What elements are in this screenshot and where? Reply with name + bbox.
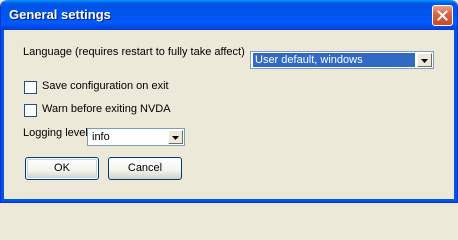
logging-level-select[interactable]: info: [87, 128, 185, 146]
window-border-right: [454, 30, 457, 202]
warn-exit-checkbox[interactable]: [24, 104, 37, 117]
close-icon: [437, 10, 448, 21]
window-title: General settings: [9, 7, 111, 22]
title-bar[interactable]: General settings: [1, 0, 457, 30]
logging-dropdown-button[interactable]: [168, 130, 183, 144]
cancel-button[interactable]: Cancel: [108, 157, 182, 180]
language-select[interactable]: User default, windows: [250, 51, 434, 69]
language-label: Language (requires restart to fully take…: [23, 46, 245, 58]
chevron-down-icon: [172, 136, 179, 140]
general-settings-dialog: General settings Language (requires rest…: [0, 0, 458, 203]
save-config-label[interactable]: Save configuration on exit: [42, 80, 169, 92]
logging-level-value: info: [92, 131, 110, 143]
warn-exit-label[interactable]: Warn before exiting NVDA: [42, 103, 171, 115]
ok-button[interactable]: OK: [25, 157, 99, 180]
window-border-left: [1, 30, 4, 202]
language-label-text: Language (requires restart to fully take…: [23, 46, 245, 58]
chevron-down-icon: [421, 59, 428, 63]
logging-level-label: Logging level: [23, 127, 88, 139]
close-button[interactable]: [432, 5, 453, 26]
save-config-checkbox[interactable]: [24, 81, 37, 94]
language-dropdown-button[interactable]: [417, 53, 432, 67]
window-border-bottom: [1, 199, 457, 202]
language-select-value: User default, windows: [253, 53, 415, 67]
